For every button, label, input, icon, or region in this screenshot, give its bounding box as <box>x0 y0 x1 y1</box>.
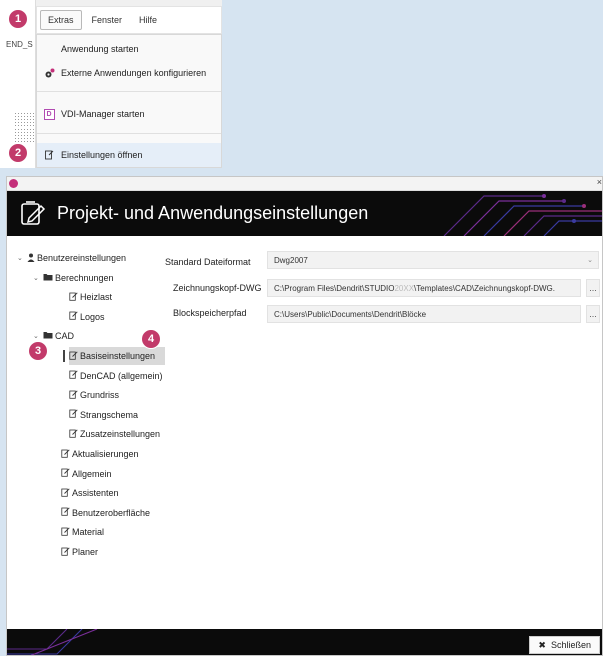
close-button[interactable]: ✖ Schließen <box>529 636 600 654</box>
settings-doc-icon <box>61 546 70 558</box>
chevron-down-icon[interactable]: ⌄ <box>17 254 27 262</box>
grid-dots <box>14 112 36 126</box>
menu-separator <box>37 91 221 92</box>
tree-node-label: Benutzereinstellungen <box>37 253 127 263</box>
menu-separator <box>37 133 221 134</box>
tree-node-zusatzeinstellungen[interactable]: Zusatzeinstellungen <box>69 425 160 443</box>
tree-node-label: Allgemein <box>72 468 112 479</box>
tree-node-label: Grundriss <box>80 390 120 401</box>
settings-doc-icon <box>69 311 78 322</box>
settings-doc-icon <box>69 429 78 440</box>
window-footer: ✖ Schließen <box>7 629 602 655</box>
selection-marker <box>63 350 65 362</box>
menu-hilfe[interactable]: Hilfe <box>132 11 164 29</box>
chevron-down-icon: ⌄ <box>587 257 593 264</box>
tree-node-label: Aktualisierungen <box>72 449 139 459</box>
settings-doc-icon <box>61 468 70 479</box>
settings-doc-icon <box>61 527 70 538</box>
tree-node-grundriss[interactable]: Grundriss <box>69 386 119 404</box>
tree-node-label: CAD <box>55 331 75 342</box>
block-path-label: Blockspeicherpfad <box>173 308 247 318</box>
tree-node-basiseinstellungen[interactable]: Basiseinstellungen <box>69 347 165 365</box>
tree-node-planer[interactable]: Planer <box>61 543 98 561</box>
tree-node-label: Benutzeroberfläche <box>72 507 151 518</box>
settings-doc-icon <box>61 448 70 460</box>
tree-node-label: Zusatzeinstellungen <box>80 429 161 440</box>
menu-bar: Extras Fenster Hilfe <box>36 6 222 34</box>
tree-node-assistenten[interactable]: Assistenten <box>61 484 119 502</box>
block-path-field[interactable]: C:\Users\Public\Documents\Dendrit\Blöcke <box>267 305 581 323</box>
settings-doc-icon <box>61 507 70 518</box>
step-badge-3: 3 <box>28 341 48 361</box>
circuit-decoration <box>443 194 602 236</box>
menu-item-label: VDI-Manager starten <box>61 109 145 119</box>
tree-node-label: Berechnungen <box>55 272 114 283</box>
step-badge-2: 2 <box>8 143 28 163</box>
chevron-down-icon[interactable]: ⌄ <box>33 332 43 340</box>
format-select[interactable]: Dwg2007 ⌄ <box>267 251 599 269</box>
tree-node-material[interactable]: Material <box>61 523 104 541</box>
gear-dot-icon <box>37 68 61 79</box>
grid-dots <box>14 128 36 142</box>
window-close-icon[interactable]: × <box>597 177 602 187</box>
menu-panel: END_S Extras Fenster Hilfe Anwendung sta… <box>0 0 222 168</box>
close-button-label: Schließen <box>550 640 591 650</box>
tree-node-label: DenCAD (allgemein) <box>80 370 163 381</box>
header-banner: Projekt- und Anwendungseinstellungen <box>7 191 602 236</box>
browse-header-button[interactable]: ... <box>586 279 600 297</box>
extras-dropdown: Anwendung starten Externe Anwendungen ko… <box>36 34 222 168</box>
tree-node-allgemein[interactable]: Allgemein <box>61 465 112 483</box>
menu-fenster[interactable]: Fenster <box>85 11 130 29</box>
tree-node-label: Strangschema <box>80 409 139 420</box>
folder-icon <box>43 331 53 341</box>
menu-item-label: Anwendung starten <box>61 44 139 54</box>
tree-node-strangschema[interactable]: Strangschema <box>69 406 138 424</box>
app-icon <box>9 179 18 188</box>
tree-node-aktualisierungen[interactable]: Aktualisierungen <box>61 445 139 463</box>
settings-doc-icon <box>69 292 78 303</box>
browse-block-button[interactable]: ... <box>586 305 600 323</box>
header-dwg-label: Zeichnungskopf-DWG <box>173 283 262 293</box>
menu-item-label: Einstellungen öffnen <box>61 150 143 160</box>
tree-node-benutzereinstellungen[interactable]: ⌄ Benutzereinstellungen <box>17 249 126 267</box>
settings-doc-icon <box>37 150 61 160</box>
menu-item-anwendung-starten[interactable]: Anwendung starten <box>37 37 221 61</box>
menu-item-einstellungen-oeffnen[interactable]: Einstellungen öffnen <box>37 143 221 167</box>
tree-node-label: Planer <box>72 547 99 557</box>
settings-doc-icon <box>69 370 78 381</box>
tree-node-label: Basiseinstellungen <box>80 351 156 361</box>
tree-node-benutzeroberfläche[interactable]: Benutzeroberfläche <box>61 504 150 522</box>
settings-window: × Projekt- und Anwendungseinstellungen ⌄… <box>6 176 603 656</box>
tree-node-label: Heizlast <box>80 292 113 303</box>
tree-node-label: Logos <box>80 311 105 322</box>
header-dwg-field[interactable]: C:\Program Files\Dendrit\STUDIO 20XX \Temp… <box>267 279 581 297</box>
menu-extras[interactable]: Extras <box>40 10 82 30</box>
settings-doc-icon <box>21 201 46 225</box>
tree-node-label: Assistenten <box>72 488 119 499</box>
settings-doc-icon <box>69 350 78 362</box>
settings-doc-icon <box>69 409 78 420</box>
vdi-icon: D <box>43 108 55 120</box>
tree-node-logos[interactable]: Logos <box>69 308 105 326</box>
folder-icon <box>43 273 53 283</box>
menu-item-externe-anwendungen[interactable]: Externe Anwendungen konfigurieren <box>37 61 221 85</box>
circuit-decoration <box>7 629 98 655</box>
settings-doc-icon <box>61 488 70 499</box>
menu-item-vdi-manager[interactable]: D VDI-Manager starten <box>37 102 221 126</box>
column-header: END_S <box>6 40 33 49</box>
step-badge-1: 1 <box>8 9 28 29</box>
tree-node-label: Material <box>72 527 105 538</box>
chevron-down-icon[interactable]: ⌄ <box>33 274 43 282</box>
menu-item-label: Externe Anwendungen konfigurieren <box>61 68 207 78</box>
tree-node-berechnungen[interactable]: ⌄ Berechnungen <box>33 269 114 287</box>
settings-doc-icon <box>69 390 78 401</box>
window-titlebar: × <box>7 177 602 191</box>
step-badge-4: 4 <box>141 329 161 349</box>
close-icon: ✖ <box>538 639 546 650</box>
format-label: Standard Dateiformat <box>165 257 251 267</box>
tree-node-heizlast[interactable]: Heizlast <box>69 288 112 306</box>
window-title: Projekt- und Anwendungseinstellungen <box>57 203 369 223</box>
tree-node-dencad-allgemein-[interactable]: DenCAD (allgemein) <box>69 367 163 385</box>
user-icon <box>27 253 35 264</box>
